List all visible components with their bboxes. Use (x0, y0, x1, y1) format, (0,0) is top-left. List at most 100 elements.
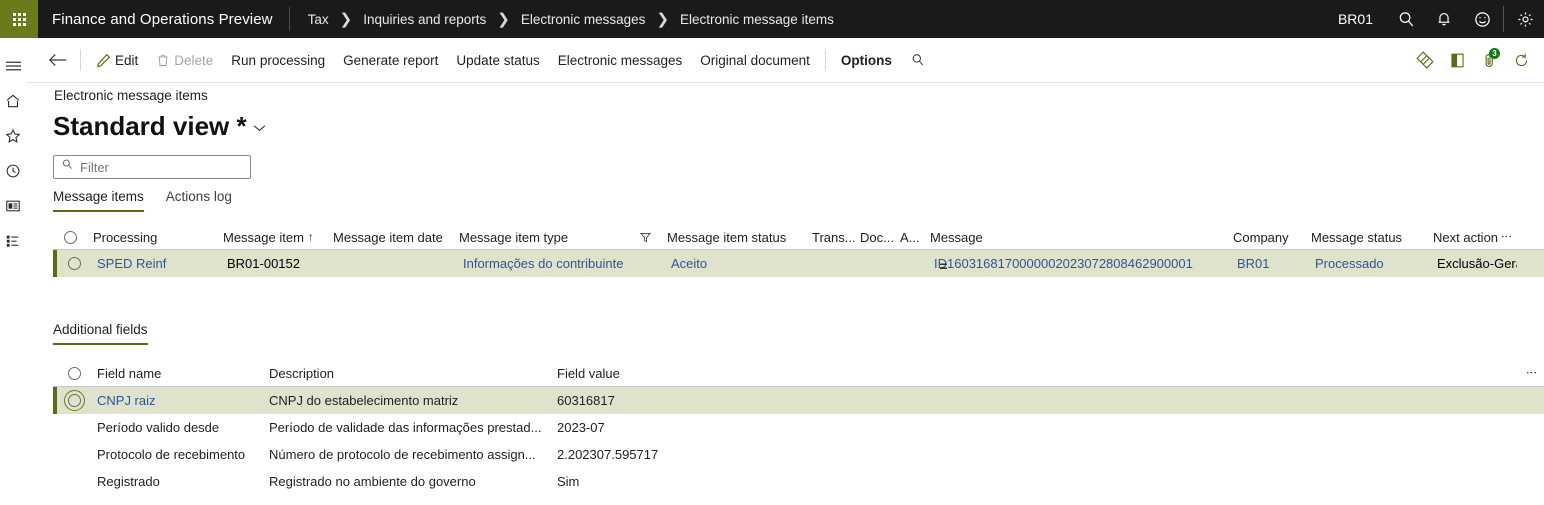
cell-description[interactable]: CNPJ do estabelecimento matriz (263, 393, 551, 408)
toolbar-divider (80, 49, 81, 71)
breadcrumb-item-inquiries-and-reports[interactable]: Inquiries and reports (361, 12, 488, 27)
grid-options-icon[interactable]: ⋮ (1499, 231, 1513, 244)
cell-field-name[interactable]: Registrado (91, 474, 263, 489)
column-header-doc[interactable]: Doc... (854, 230, 894, 245)
page-content: Electronic message items Standard view *… (26, 83, 1544, 505)
column-header-a[interactable]: A... (894, 230, 924, 245)
column-header-message-status[interactable]: Message status (1305, 230, 1427, 245)
cell-description[interactable]: Período de validade das informações pres… (263, 420, 551, 435)
table-row[interactable]: Período valido desde Período de validade… (53, 414, 1544, 441)
column-header-description[interactable]: Description (263, 366, 551, 381)
select-all-radio[interactable] (53, 230, 87, 244)
personalize-diamond-icon[interactable] (1410, 44, 1440, 76)
cell-field-value[interactable]: Sim (551, 474, 851, 489)
refresh-icon[interactable] (1506, 44, 1536, 76)
table-row[interactable]: CNPJ raiz CNPJ do estabelecimento matriz… (53, 387, 1544, 414)
table-row[interactable]: Protocolo de recebimento Número de proto… (53, 441, 1544, 468)
column-header-field-value[interactable]: Field value (551, 366, 851, 381)
settings-gear-icon[interactable] (1506, 0, 1544, 38)
grid-splitter[interactable]: = (53, 255, 1544, 277)
additional-fields-grid: Field name Description Field value ⋮ CNP… (53, 361, 1544, 495)
app-launcher-waffle-icon[interactable] (0, 0, 38, 38)
cell-field-value[interactable]: 2023-07 (551, 420, 851, 435)
filter-input[interactable]: Filter (53, 155, 251, 179)
sort-ascending-icon: ↑ (307, 230, 314, 244)
column-header-company[interactable]: Company (1227, 230, 1305, 245)
grid-header-row: Processing Message item ↑ Message item d… (53, 225, 1544, 250)
app-title[interactable]: Finance and Operations Preview (38, 11, 289, 28)
search-icon[interactable] (1387, 0, 1425, 38)
chevron-right-icon: ❯ (339, 10, 353, 28)
column-header-trans[interactable]: Trans... (806, 230, 854, 245)
breadcrumb: Tax ❯ Inquiries and reports ❯ Electronic… (290, 12, 836, 27)
company-code-label[interactable]: BR01 (1324, 11, 1387, 27)
column-header-next-action[interactable]: Next action (1427, 230, 1499, 245)
column-header-message-item: Message item (223, 229, 304, 245)
splitter-handle[interactable]: = (939, 258, 947, 274)
grid-options-icon[interactable]: ⋮ (1524, 367, 1538, 380)
cell-description[interactable]: Número de protocolo de recebimento assig… (263, 447, 551, 462)
run-processing-label: Run processing (231, 52, 326, 68)
open-in-office-icon[interactable] (1442, 44, 1472, 76)
tab-actions-log[interactable]: Actions log (166, 189, 232, 212)
delete-button-label: Delete (174, 52, 214, 68)
tab-strip: Message items Actions log (53, 189, 232, 212)
feedback-smiley-icon[interactable] (1463, 0, 1501, 38)
cell-field-value[interactable]: 2.202307.595717 (551, 447, 851, 462)
cell-field-name[interactable]: Período valido desde (91, 420, 263, 435)
favorites-star-icon[interactable] (0, 118, 26, 153)
topbar-divider (1503, 6, 1504, 32)
cell-field-name[interactable]: CNPJ raiz (91, 393, 263, 408)
top-navigation-bar: Finance and Operations Preview Tax ❯ Inq… (0, 0, 1544, 38)
options-button[interactable]: Options (832, 44, 901, 76)
row-select-radio[interactable] (57, 390, 91, 411)
options-label: Options (840, 52, 892, 68)
trash-icon (156, 53, 170, 68)
electronic-messages-label: Electronic messages (557, 52, 683, 68)
original-document-button[interactable]: Original document (691, 44, 819, 76)
breadcrumb-item-electronic-messages[interactable]: Electronic messages (519, 12, 648, 27)
modules-list-icon[interactable] (0, 223, 26, 258)
column-header-message-item-status[interactable]: Message item status (661, 230, 806, 245)
generate-report-button[interactable]: Generate report (334, 44, 447, 76)
tab-additional-fields[interactable]: Additional fields (53, 322, 148, 345)
attachments-icon[interactable]: 3 (1474, 44, 1504, 76)
cell-field-name[interactable]: Protocolo de recebimento (91, 447, 263, 462)
tab-message-items[interactable]: Message items (53, 189, 144, 212)
recent-clock-icon[interactable] (0, 153, 26, 188)
column-header-message-item-type: Message item type (459, 229, 569, 245)
workspaces-icon[interactable] (0, 188, 26, 223)
additional-fields-tab-strip: Additional fields (53, 321, 148, 345)
notifications-bell-icon[interactable] (1425, 0, 1463, 38)
search-icon (61, 158, 74, 176)
cell-field-value[interactable]: 60316817 (551, 393, 851, 408)
topbar-right-actions: BR01 (1324, 0, 1544, 38)
select-all-radio[interactable] (57, 367, 91, 380)
column-header-field-name[interactable]: Field name (91, 366, 263, 381)
attachment-count-badge: 3 (1489, 48, 1500, 59)
chevron-right-icon: ❯ (497, 10, 510, 28)
left-navigation-rail (0, 38, 26, 505)
toolbar-search-button[interactable] (901, 44, 935, 76)
hamburger-menu-icon[interactable] (0, 48, 26, 83)
page-title-text: Standard view * (53, 111, 247, 141)
column-header-processing[interactable]: Processing (87, 230, 217, 245)
home-icon[interactable] (0, 83, 26, 118)
delete-button[interactable]: Delete (147, 44, 222, 76)
chevron-down-icon[interactable] (253, 119, 266, 135)
edit-button[interactable]: Edit (87, 44, 147, 76)
filter-funnel-icon[interactable] (640, 232, 651, 243)
cell-description[interactable]: Registrado no ambiente do governo (263, 474, 551, 489)
action-pane-toolbar: Edit Delete Run processing Generate repo… (26, 38, 1544, 83)
back-arrow-icon[interactable] (42, 44, 74, 76)
table-row[interactable]: Registrado Registrado no ambiente do gov… (53, 468, 1544, 495)
grid-header-row: Field name Description Field value ⋮ (53, 361, 1544, 387)
column-header-message-item-date[interactable]: Message item date (327, 230, 453, 245)
column-header-message[interactable]: Message (924, 230, 1227, 245)
run-processing-button[interactable]: Run processing (222, 44, 334, 76)
electronic-messages-button[interactable]: Electronic messages (549, 44, 692, 76)
update-status-button[interactable]: Update status (447, 44, 548, 76)
breadcrumb-item-tax[interactable]: Tax (306, 12, 331, 27)
page-title[interactable]: Standard view * (53, 111, 266, 142)
breadcrumb-item-electronic-message-items[interactable]: Electronic message items (678, 12, 836, 27)
